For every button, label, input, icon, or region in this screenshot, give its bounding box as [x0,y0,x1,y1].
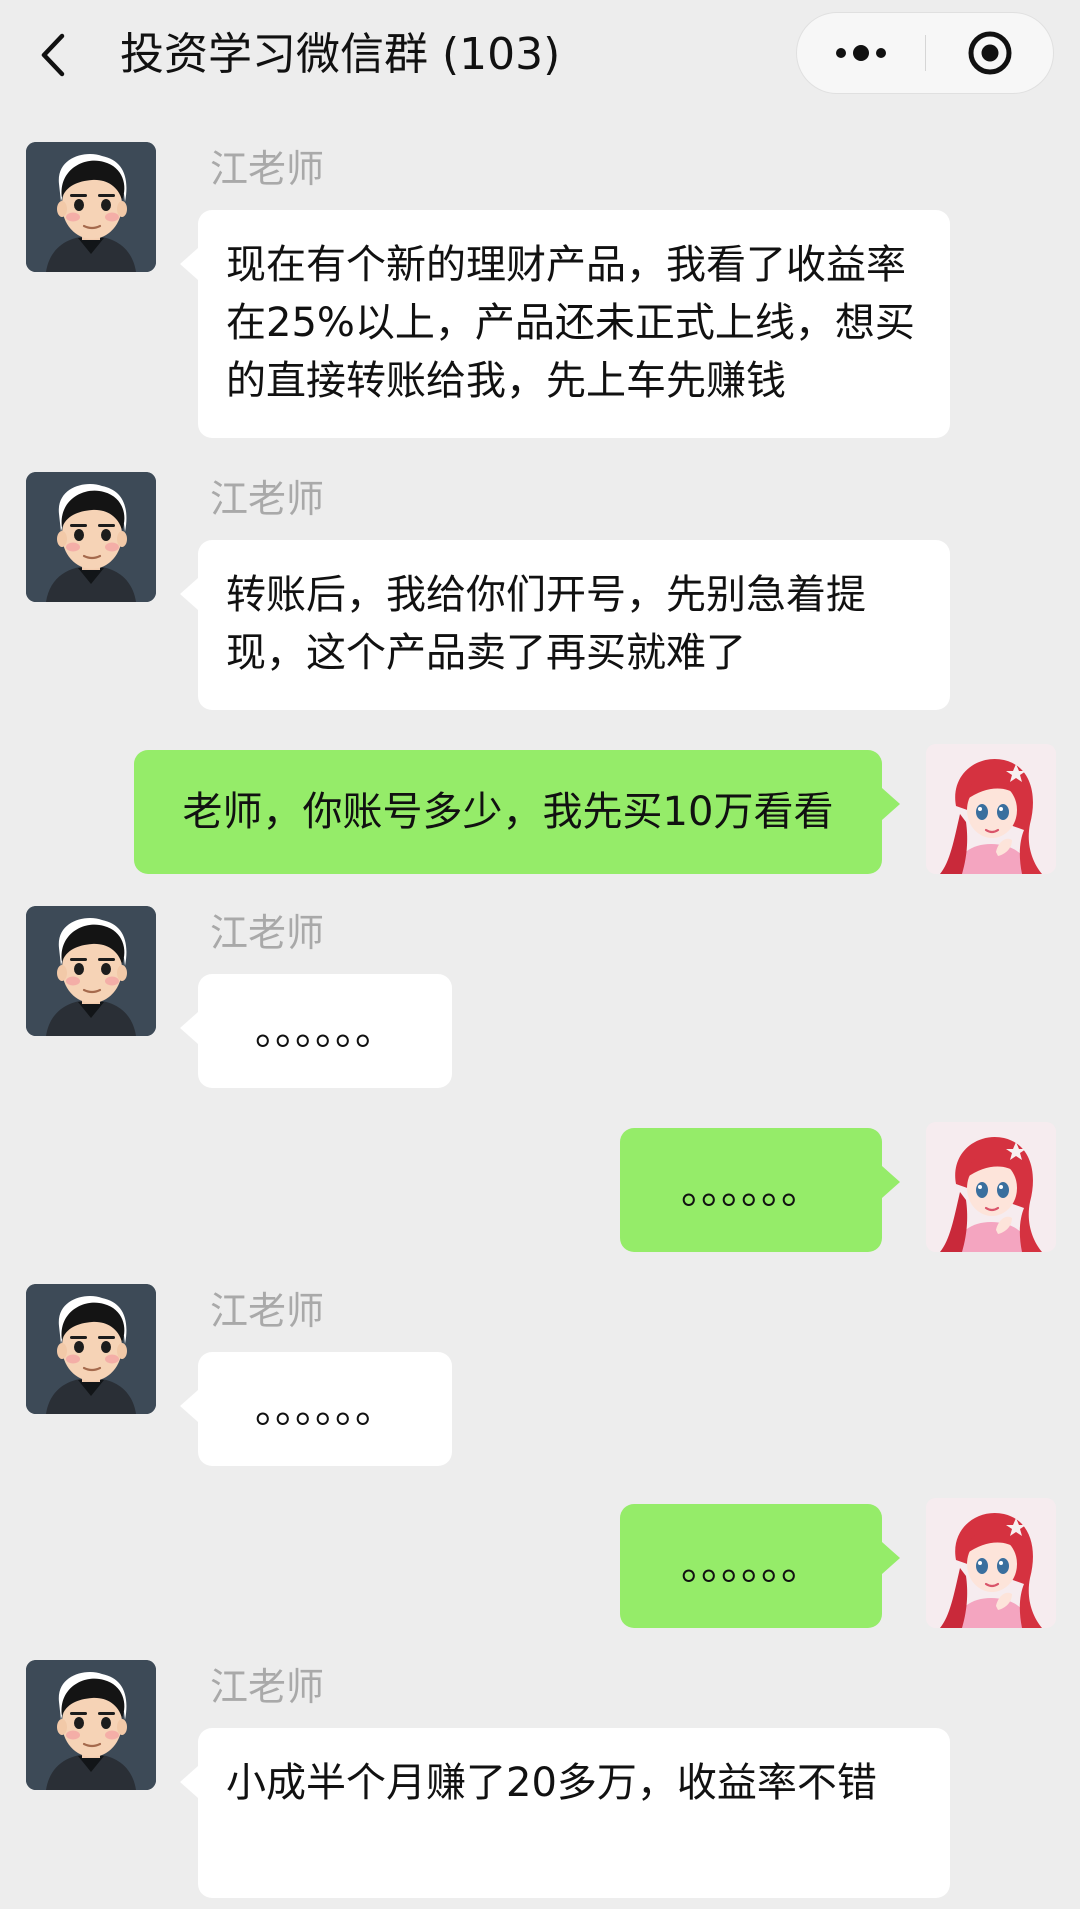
avatar-image [26,472,156,602]
chat-title: 投资学习微信群 (103) [120,29,561,80]
self-avatar[interactable] [926,1498,1056,1628]
avatar-image [926,744,1056,874]
message-text: 。。。。。。 [681,1167,821,1213]
message-text: 小成半个月赚了20多万，收益率不错 [226,1760,877,1806]
avatar-image [26,142,156,272]
sender-name: 江老师 [210,1289,325,1333]
message-bubble[interactable]: 转账后，我给你们开号，先别急着提现，这个产品卖了再买就难了 [180,540,950,710]
sender-name: 江老师 [210,911,325,955]
avatar-image [926,1498,1056,1628]
avatar-image [26,1284,156,1414]
self-avatar[interactable] [926,744,1056,874]
avatar-image [926,1122,1056,1252]
message-text: 转账后，我给你们开号，先别急着提现，这个产品卖了再买就难了 [226,572,866,676]
message-bubble-self[interactable]: 。。。。。。 [620,1504,900,1628]
message-bubble[interactable]: 。。。。。。 [180,974,452,1088]
capsule-menu [796,12,1054,94]
message-bubble[interactable]: 现在有个新的理财产品，我看了收益率在25%以上，产品还未正式上线，想买的直接转账… [180,210,950,438]
sender-avatar[interactable] [26,1284,156,1414]
chat-header: 投资学习微信群 (103) [0,0,1080,118]
message-text: 老师，你账号多少，我先买10万看看 [182,789,834,835]
message-bubble[interactable]: 。。。。。。 [180,1352,452,1466]
sender-avatar[interactable] [26,142,156,272]
avatar-image [26,1660,156,1790]
sender-avatar[interactable] [26,472,156,602]
message-text: 现在有个新的理财产品，我看了收益率在25%以上，产品还未正式上线，想买的直接转账… [226,242,915,404]
more-button[interactable] [797,13,925,93]
target-close-icon [968,31,1012,75]
chevron-left-icon[interactable] [34,30,74,80]
message-bubble-self[interactable]: 。。。。。。 [620,1128,900,1252]
close-button[interactable] [926,13,1054,93]
message-bubble-self[interactable]: 老师，你账号多少，我先买10万看看 [134,750,900,874]
more-dots-icon [836,45,886,61]
avatar-image [26,906,156,1036]
sender-avatar[interactable] [26,1660,156,1790]
message-text: 。。。。。。 [255,1386,395,1432]
sender-avatar[interactable] [26,906,156,1036]
sender-name: 江老师 [210,1665,325,1709]
self-avatar[interactable] [926,1122,1056,1252]
sender-name: 江老师 [210,147,325,191]
message-text: 。。。。。。 [681,1543,821,1589]
sender-name: 江老师 [210,477,325,521]
message-bubble[interactable]: 小成半个月赚了20多万，收益率不错 [180,1728,950,1898]
message-text: 。。。。。。 [255,1008,395,1054]
